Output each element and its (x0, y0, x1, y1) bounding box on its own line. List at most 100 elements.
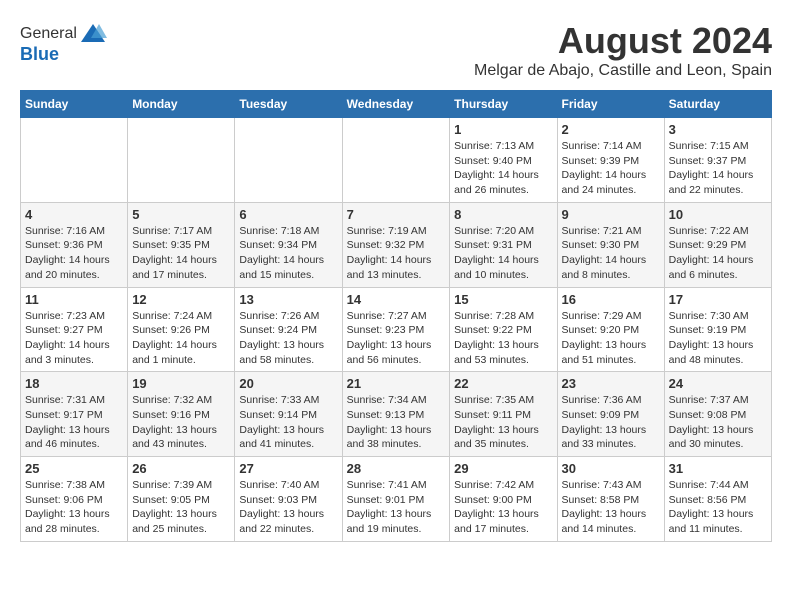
logo-blue-text: Blue (20, 44, 59, 65)
calendar-cell: 6 Sunrise: 7:18 AM Sunset: 9:34 PM Daylig… (235, 202, 342, 287)
calendar-table: SundayMondayTuesdayWednesdayThursdayFrid… (20, 90, 772, 542)
calendar-cell: 7 Sunrise: 7:19 AM Sunset: 9:32 PM Daylig… (342, 202, 450, 287)
day-number: 12 (132, 292, 230, 307)
calendar-cell: 4Sunrise: 7:16 AM Sunset: 9:36 PM Daylig… (21, 202, 128, 287)
calendar-cell: 22Sunrise: 7:35 AM Sunset: 9:11 PM Dayli… (450, 372, 557, 457)
day-info: Sunrise: 7:43 AM Sunset: 8:58 PM Dayligh… (562, 478, 660, 537)
day-number: 9 (562, 207, 660, 222)
logo-icon (79, 20, 107, 48)
calendar-cell (342, 118, 450, 203)
day-info: Sunrise: 7:44 AM Sunset: 8:56 PM Dayligh… (669, 478, 767, 537)
day-info: Sunrise: 7:40 AM Sunset: 9:03 PM Dayligh… (239, 478, 337, 537)
day-info: Sunrise: 7:17 AM Sunset: 9:35 PM Dayligh… (132, 224, 230, 283)
calendar-cell: 20 Sunrise: 7:33 AM Sunset: 9:14 PM Dayli… (235, 372, 342, 457)
day-number: 19 (132, 376, 230, 391)
day-info: Sunrise: 7:20 AM Sunset: 9:31 PM Dayligh… (454, 224, 552, 283)
calendar-cell: 29Sunrise: 7:42 AM Sunset: 9:00 PM Dayli… (450, 457, 557, 542)
day-number: 6 (239, 207, 337, 222)
calendar-cell: 2 Sunrise: 7:14 AM Sunset: 9:39 PM Daylig… (557, 118, 664, 203)
day-info: Sunrise: 7:14 AM Sunset: 9:39 PM Dayligh… (562, 139, 660, 198)
weekday-header-saturday: Saturday (664, 91, 771, 118)
calendar-cell: 25Sunrise: 7:38 AM Sunset: 9:06 PM Dayli… (21, 457, 128, 542)
day-number: 31 (669, 461, 767, 476)
calendar-cell: 13 Sunrise: 7:26 AM Sunset: 9:24 PM Dayli… (235, 287, 342, 372)
day-number: 11 (25, 292, 123, 307)
calendar-week-row: 4Sunrise: 7:16 AM Sunset: 9:36 PM Daylig… (21, 202, 772, 287)
calendar-cell: 8Sunrise: 7:20 AM Sunset: 9:31 PM Daylig… (450, 202, 557, 287)
day-info: Sunrise: 7:36 AM Sunset: 9:09 PM Dayligh… (562, 393, 660, 452)
calendar-cell: 27 Sunrise: 7:40 AM Sunset: 9:03 PM Dayli… (235, 457, 342, 542)
calendar-cell: 14Sunrise: 7:27 AM Sunset: 9:23 PM Dayli… (342, 287, 450, 372)
calendar-week-row: 11 Sunrise: 7:23 AM Sunset: 9:27 PM Dayli… (21, 287, 772, 372)
calendar-cell: 19 Sunrise: 7:32 AM Sunset: 9:16 PM Dayli… (128, 372, 235, 457)
day-number: 17 (669, 292, 767, 307)
logo: General Blue (20, 20, 107, 65)
calendar-week-row: 1Sunrise: 7:13 AM Sunset: 9:40 PM Daylig… (21, 118, 772, 203)
day-number: 29 (454, 461, 552, 476)
day-info: Sunrise: 7:26 AM Sunset: 9:24 PM Dayligh… (239, 309, 337, 368)
calendar-week-row: 25Sunrise: 7:38 AM Sunset: 9:06 PM Dayli… (21, 457, 772, 542)
day-number: 20 (239, 376, 337, 391)
calendar-cell: 1Sunrise: 7:13 AM Sunset: 9:40 PM Daylig… (450, 118, 557, 203)
calendar-cell: 10 Sunrise: 7:22 AM Sunset: 9:29 PM Dayli… (664, 202, 771, 287)
day-info: Sunrise: 7:23 AM Sunset: 9:27 PM Dayligh… (25, 309, 123, 368)
calendar-cell (128, 118, 235, 203)
weekday-header-sunday: Sunday (21, 91, 128, 118)
day-number: 22 (454, 376, 552, 391)
calendar-cell: 31 Sunrise: 7:44 AM Sunset: 8:56 PM Dayli… (664, 457, 771, 542)
day-info: Sunrise: 7:29 AM Sunset: 9:20 PM Dayligh… (562, 309, 660, 368)
day-info: Sunrise: 7:21 AM Sunset: 9:30 PM Dayligh… (562, 224, 660, 283)
day-info: Sunrise: 7:38 AM Sunset: 9:06 PM Dayligh… (25, 478, 123, 537)
calendar-cell: 16 Sunrise: 7:29 AM Sunset: 9:20 PM Dayli… (557, 287, 664, 372)
day-info: Sunrise: 7:19 AM Sunset: 9:32 PM Dayligh… (347, 224, 446, 283)
day-number: 26 (132, 461, 230, 476)
calendar-cell: 23Sunrise: 7:36 AM Sunset: 9:09 PM Dayli… (557, 372, 664, 457)
calendar-cell (235, 118, 342, 203)
calendar-cell (21, 118, 128, 203)
day-number: 30 (562, 461, 660, 476)
day-number: 24 (669, 376, 767, 391)
weekday-header-thursday: Thursday (450, 91, 557, 118)
day-number: 15 (454, 292, 552, 307)
day-number: 10 (669, 207, 767, 222)
day-info: Sunrise: 7:16 AM Sunset: 9:36 PM Dayligh… (25, 224, 123, 283)
day-info: Sunrise: 7:32 AM Sunset: 9:16 PM Dayligh… (132, 393, 230, 452)
day-info: Sunrise: 7:39 AM Sunset: 9:05 PM Dayligh… (132, 478, 230, 537)
day-number: 16 (562, 292, 660, 307)
location-title: Melgar de Abajo, Castille and Leon, Spai… (474, 62, 772, 80)
day-number: 14 (347, 292, 446, 307)
day-info: Sunrise: 7:33 AM Sunset: 9:14 PM Dayligh… (239, 393, 337, 452)
calendar-cell: 30 Sunrise: 7:43 AM Sunset: 8:58 PM Dayli… (557, 457, 664, 542)
page-header: General Blue August 2024 Melgar de Abajo… (20, 20, 772, 80)
day-number: 18 (25, 376, 123, 391)
day-info: Sunrise: 7:37 AM Sunset: 9:08 PM Dayligh… (669, 393, 767, 452)
day-info: Sunrise: 7:31 AM Sunset: 9:17 PM Dayligh… (25, 393, 123, 452)
calendar-cell: 17 Sunrise: 7:30 AM Sunset: 9:19 PM Dayli… (664, 287, 771, 372)
logo-general-text: General (20, 25, 77, 43)
day-info: Sunrise: 7:15 AM Sunset: 9:37 PM Dayligh… (669, 139, 767, 198)
day-info: Sunrise: 7:18 AM Sunset: 9:34 PM Dayligh… (239, 224, 337, 283)
day-number: 21 (347, 376, 446, 391)
title-block: August 2024 Melgar de Abajo, Castille an… (474, 20, 772, 80)
calendar-cell: 18 Sunrise: 7:31 AM Sunset: 9:17 PM Dayli… (21, 372, 128, 457)
day-info: Sunrise: 7:24 AM Sunset: 9:26 PM Dayligh… (132, 309, 230, 368)
day-info: Sunrise: 7:30 AM Sunset: 9:19 PM Dayligh… (669, 309, 767, 368)
weekday-header-friday: Friday (557, 91, 664, 118)
day-number: 3 (669, 122, 767, 137)
day-info: Sunrise: 7:34 AM Sunset: 9:13 PM Dayligh… (347, 393, 446, 452)
calendar-cell: 5Sunrise: 7:17 AM Sunset: 9:35 PM Daylig… (128, 202, 235, 287)
weekday-header-tuesday: Tuesday (235, 91, 342, 118)
day-number: 7 (347, 207, 446, 222)
calendar-cell: 26 Sunrise: 7:39 AM Sunset: 9:05 PM Dayli… (128, 457, 235, 542)
day-number: 13 (239, 292, 337, 307)
calendar-cell: 12 Sunrise: 7:24 AM Sunset: 9:26 PM Dayli… (128, 287, 235, 372)
day-number: 2 (562, 122, 660, 137)
day-number: 28 (347, 461, 446, 476)
calendar-cell: 28Sunrise: 7:41 AM Sunset: 9:01 PM Dayli… (342, 457, 450, 542)
day-number: 1 (454, 122, 552, 137)
weekday-header-wednesday: Wednesday (342, 91, 450, 118)
calendar-cell: 11 Sunrise: 7:23 AM Sunset: 9:27 PM Dayli… (21, 287, 128, 372)
day-number: 27 (239, 461, 337, 476)
day-info: Sunrise: 7:22 AM Sunset: 9:29 PM Dayligh… (669, 224, 767, 283)
calendar-cell: 21 Sunrise: 7:34 AM Sunset: 9:13 PM Dayli… (342, 372, 450, 457)
